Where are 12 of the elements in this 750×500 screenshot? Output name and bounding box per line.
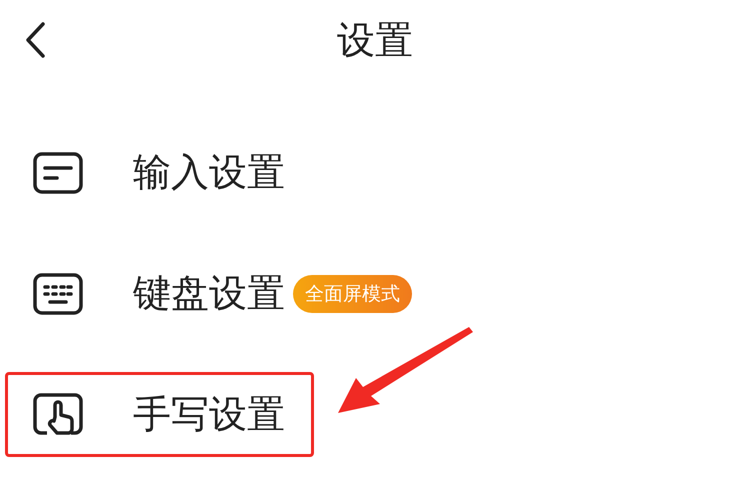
settings-item[interactable]: 键盘设置 全面屏模式 xyxy=(5,251,441,336)
item-label: 手写设置 xyxy=(133,391,285,438)
settings-item[interactable]: 输入设置 xyxy=(5,130,314,215)
item-label: 输入设置 xyxy=(133,149,285,196)
keyboard-icon xyxy=(33,272,83,314)
highlighted-settings-item[interactable]: 手写设置 xyxy=(5,372,314,457)
finger-touch-icon xyxy=(33,392,83,436)
text-box-icon xyxy=(33,152,83,194)
back-icon xyxy=(24,21,46,59)
item-label: 键盘设置 xyxy=(133,270,285,317)
page-title: 设置 xyxy=(336,16,414,64)
mode-badge: 全面屏模式 xyxy=(293,274,412,312)
